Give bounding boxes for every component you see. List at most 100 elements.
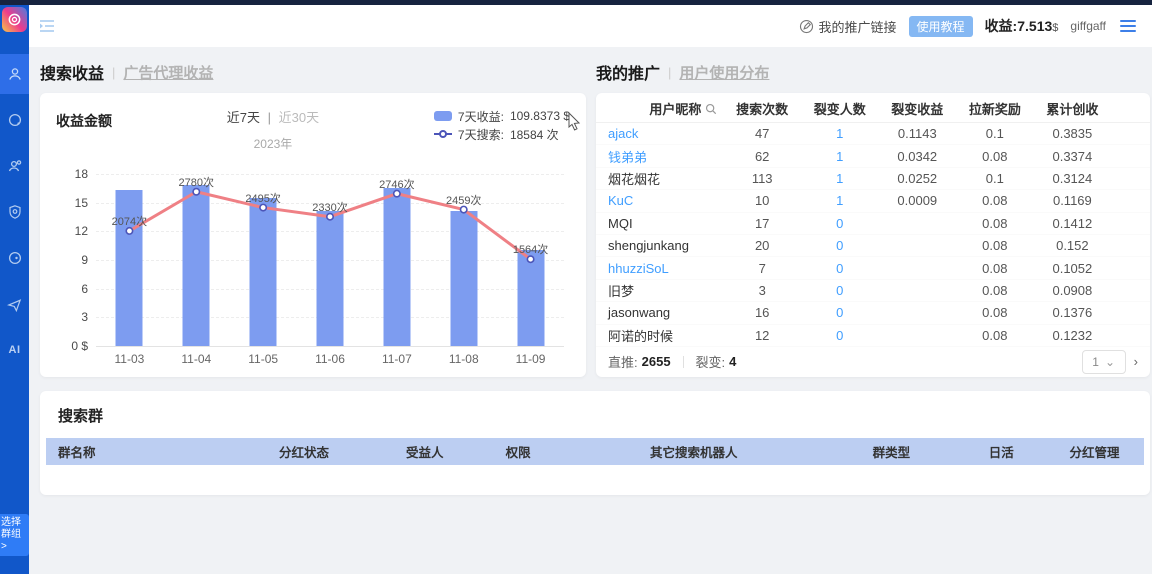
fission-count-link[interactable]: 0 [801, 283, 879, 298]
group-col-header: 群类型 [826, 442, 958, 461]
x-axis-tick: 11-03 [96, 352, 163, 366]
sidebar-item-profile[interactable] [0, 54, 29, 94]
range-30d-tab[interactable]: 近30天 [279, 110, 319, 125]
user-nickname[interactable]: 钱弟弟 [596, 147, 723, 166]
col-referral-reward: 拉新奖励 [956, 99, 1034, 118]
sidebar-item-records[interactable] [0, 238, 29, 278]
title-separator: | [112, 65, 115, 80]
user-nickname: 阿诺的时候 [596, 326, 723, 345]
referral-reward: 0.08 [956, 193, 1034, 208]
table-row: 阿诺的时候1200.080.1232 [596, 325, 1150, 347]
total-income: 0.1052 [1034, 261, 1112, 276]
legend-bar-label: 7天收益: [458, 108, 504, 125]
col-fission-income: 裂变收益 [879, 99, 957, 118]
fission-count-link[interactable]: 0 [801, 305, 879, 320]
sidebar-item-share[interactable] [0, 284, 29, 324]
link-pencil-icon [799, 19, 814, 34]
sidebar-item-team[interactable] [0, 146, 29, 186]
fission-count-link[interactable]: 1 [801, 171, 879, 186]
total-income: 0.1376 [1034, 305, 1112, 320]
sidebar-item-browse[interactable] [0, 100, 29, 140]
fission-count-link[interactable]: 1 [801, 193, 879, 208]
table-row: shengjunkang2000.080.152 [596, 235, 1150, 257]
y-axis-tick: 9 [56, 253, 88, 267]
tab-my-promotion[interactable]: 我的推广 [596, 60, 660, 84]
fission-count-link[interactable]: 0 [801, 328, 879, 343]
search-count: 47 [723, 126, 801, 141]
revenue-display: 收益:7.513$ [985, 16, 1059, 36]
fission-count-link[interactable]: 1 [801, 149, 879, 164]
line-point-label: 2459次 [446, 192, 481, 208]
line-point-label: 1564次 [513, 241, 548, 257]
range-separator: | [268, 110, 271, 125]
x-axis-tick: 11-08 [430, 352, 497, 366]
chart-x-axis: 11-0311-0411-0511-0611-0711-0811-09 [96, 352, 564, 366]
y-axis-tick: 15 [56, 196, 88, 210]
tab-user-usage[interactable]: 用户使用分布 [679, 62, 769, 83]
total-income: 0.3124 [1034, 171, 1112, 186]
chart-plot-area: 1815129630 $2074次2780次2495次2330次2746次245… [56, 174, 570, 366]
line-point-label: 2780次 [179, 174, 214, 190]
group-col-header: 其它搜索机器人 [562, 442, 826, 461]
promo-table-body: ajack4710.11430.10.3835钱弟弟6210.03420.080… [596, 123, 1150, 347]
user-icon [7, 66, 23, 82]
user-nickname[interactable]: ajack [596, 126, 723, 141]
group-col-header: 受益人 [375, 442, 474, 461]
select-group-badge[interactable]: 选择群组 > [0, 514, 29, 556]
menu-collapse-icon[interactable] [39, 19, 55, 33]
chevron-down-icon: ⌄ [1105, 355, 1115, 369]
col-fission-count: 裂变人数 [801, 99, 879, 118]
shield-icon [7, 204, 23, 220]
table-row: 钱弟弟6210.03420.080.3374 [596, 145, 1150, 167]
total-income: 0.1412 [1034, 216, 1112, 231]
app-logo[interactable] [2, 7, 27, 32]
fission-income: 0.0009 [879, 193, 957, 208]
referral-reward: 0.08 [956, 238, 1034, 253]
referral-reward: 0.1 [956, 126, 1034, 141]
tab-ad-agency-revenue[interactable]: 广告代理收益 [123, 62, 213, 83]
page-select[interactable]: 1 ⌄ [1082, 350, 1126, 374]
range-7d-tab[interactable]: 近7天 [227, 110, 260, 125]
fission-count-link[interactable]: 0 [801, 238, 879, 253]
tab-search-revenue[interactable]: 搜索收益 [40, 60, 104, 84]
username: giffgaff [1070, 19, 1106, 33]
fission-count-link[interactable]: 0 [801, 216, 879, 231]
logo-spiral-icon [7, 12, 22, 27]
search-count: 16 [723, 305, 801, 320]
promo-table-footer: 直推:2655 裂变:4 1 ⌄ › [596, 347, 1150, 377]
y-axis-tick: 12 [56, 224, 88, 238]
user-nickname[interactable]: KuC [596, 193, 723, 208]
group-col-header: 日活 [957, 442, 1045, 461]
total-income: 0.1232 [1034, 328, 1112, 343]
ai-icon: AI [9, 344, 21, 356]
search-icon[interactable] [705, 103, 717, 115]
fission-income: 0.0342 [879, 149, 957, 164]
referral-reward: 0.08 [956, 216, 1034, 231]
sidebar-item-ai[interactable]: AI [0, 330, 29, 370]
search-groups-card: 搜索群 群名称分红状态受益人权限其它搜索机器人群类型日活分红管理 [40, 391, 1150, 495]
user-nickname: 烟花烟花 [596, 169, 723, 188]
fission-count-link[interactable]: 0 [801, 261, 879, 276]
my-promo-link[interactable]: 我的推广链接 [799, 17, 897, 36]
header: 我的推广链接 使用教程 收益:7.513$ giffgaff [29, 5, 1152, 47]
hamburger-menu-icon[interactable] [1118, 18, 1138, 34]
promo-table: 用户昵称 搜索次数 裂变人数 裂变收益 拉新奖励 累计创收 ajack4710.… [596, 95, 1150, 347]
legend-line-swatch[interactable] [434, 129, 452, 139]
legend-bar-swatch[interactable] [434, 111, 452, 121]
y-axis-tick: 0 $ [56, 339, 88, 353]
search-count: 20 [723, 238, 801, 253]
total-income: 0.3835 [1034, 126, 1112, 141]
tutorial-badge[interactable]: 使用教程 [909, 16, 973, 37]
promo-table-card: 用户昵称 搜索次数 裂变人数 裂变收益 拉新奖励 累计创收 ajack4710.… [596, 93, 1150, 377]
line-point-label: 2074次 [112, 213, 147, 229]
groups-table-header: 群名称分红状态受益人权限其它搜索机器人群类型日活分红管理 [46, 438, 1144, 465]
next-page-button[interactable]: › [1134, 354, 1138, 369]
table-row: MQI1700.080.1412 [596, 213, 1150, 235]
table-row: KuC1010.00090.080.1169 [596, 190, 1150, 212]
sidebar: AI 选择群组 > [0, 5, 29, 574]
main-content: 搜索收益 | 广告代理收益 收益金额 近7天 | 近30天 2023年 [29, 47, 1152, 574]
total-income: 0.152 [1034, 238, 1112, 253]
sidebar-item-security[interactable] [0, 192, 29, 232]
user-nickname[interactable]: hhuzziSoL [596, 261, 723, 276]
fission-count-link[interactable]: 1 [801, 126, 879, 141]
